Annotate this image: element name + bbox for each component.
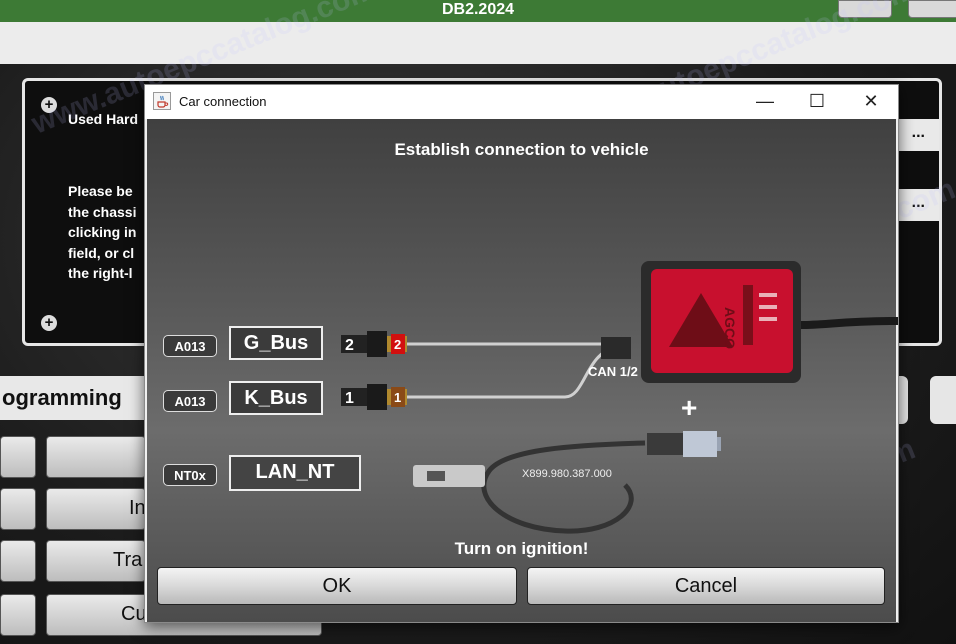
lan-cable	[413, 431, 721, 534]
cable-part-number: X899.980.387.000	[522, 468, 612, 480]
k-bus-pin-tag: 1	[394, 390, 401, 405]
menu-button-left-2[interactable]	[0, 488, 36, 530]
device-brand-text: AGCO	[722, 307, 738, 349]
menu-button-2[interactable]: In	[46, 488, 146, 530]
menu-button-label: Cu	[121, 603, 147, 625]
car-connection-dialog: Car connection — ☐ ✕ Establish connectio…	[144, 84, 899, 623]
side-button-right[interactable]	[930, 376, 956, 424]
g-bus-pin-number: 2	[345, 337, 354, 354]
menu-button-1[interactable]	[46, 436, 146, 478]
interface-device	[641, 261, 898, 383]
menu-button-label: Tra	[113, 549, 143, 571]
plus-sign: +	[681, 392, 698, 423]
menu-button-3[interactable]: Tra	[46, 540, 146, 582]
expand-plus-icon[interactable]: +	[41, 97, 57, 113]
app-maximize-button[interactable]	[908, 0, 956, 18]
app-title: DB2.2024	[441, 1, 515, 18]
menu-button-left-3[interactable]	[0, 540, 36, 582]
menu-button-left-1[interactable]	[0, 436, 36, 478]
connection-illustration: 2 2 1 1 AGCO	[341, 261, 898, 534]
collapse-plus-icon[interactable]: +	[41, 315, 57, 331]
ignition-instruction: Turn on ignition!	[454, 539, 589, 558]
can-port-label: CAN 1/2	[588, 364, 638, 379]
menu-button-left-4[interactable]	[0, 594, 36, 636]
used-hardware-label: Used Hard	[68, 111, 139, 127]
k-bus-pin-number: 1	[345, 390, 354, 407]
app-minimize-button[interactable]	[838, 0, 892, 18]
g-bus-pin-tag: 2	[394, 337, 401, 352]
ok-button[interactable]: OK	[157, 567, 517, 605]
cancel-button[interactable]: Cancel	[527, 567, 885, 605]
app-toolbar-band	[0, 22, 956, 64]
programming-section-label: ogramming	[0, 376, 152, 420]
app-titlebar: DB2.2024	[0, 0, 956, 22]
